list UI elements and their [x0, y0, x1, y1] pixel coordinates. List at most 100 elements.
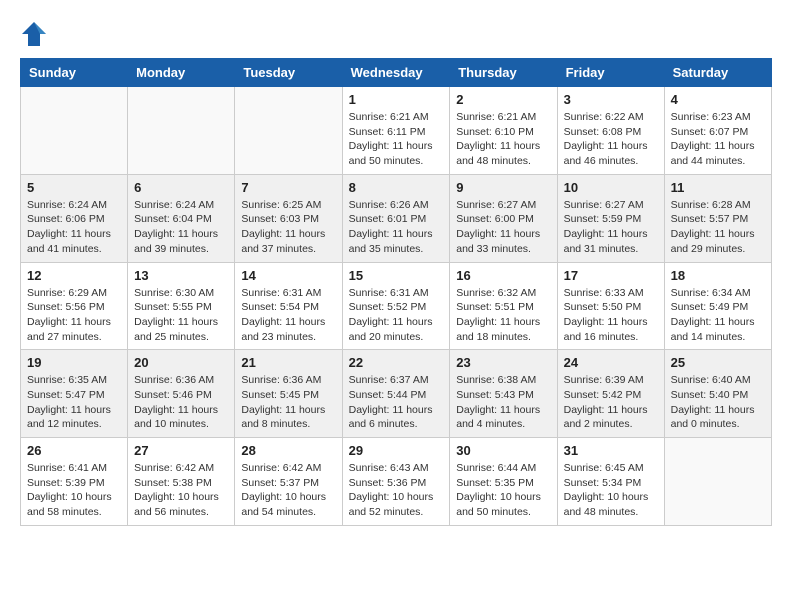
- calendar-cell: 19 Sunrise: 6:35 AM Sunset: 5:47 PM Dayli…: [21, 350, 128, 438]
- day-number: 19: [27, 355, 121, 370]
- calendar-header-wednesday: Wednesday: [342, 59, 450, 87]
- day-info: Sunrise: 6:24 AM Sunset: 6:06 PM Dayligh…: [27, 198, 121, 257]
- day-info: Sunrise: 6:38 AM Sunset: 5:43 PM Dayligh…: [456, 373, 550, 432]
- calendar-header-sunday: Sunday: [21, 59, 128, 87]
- day-info: Sunrise: 6:32 AM Sunset: 5:51 PM Dayligh…: [456, 286, 550, 345]
- day-info: Sunrise: 6:41 AM Sunset: 5:39 PM Dayligh…: [27, 461, 121, 520]
- day-number: 10: [564, 180, 658, 195]
- day-number: 1: [349, 92, 444, 107]
- day-info: Sunrise: 6:36 AM Sunset: 5:45 PM Dayligh…: [241, 373, 335, 432]
- calendar-cell: 16 Sunrise: 6:32 AM Sunset: 5:51 PM Dayli…: [450, 262, 557, 350]
- day-number: 17: [564, 268, 658, 283]
- day-info: Sunrise: 6:35 AM Sunset: 5:47 PM Dayligh…: [27, 373, 121, 432]
- calendar-cell: [21, 87, 128, 175]
- calendar-cell: 24 Sunrise: 6:39 AM Sunset: 5:42 PM Dayli…: [557, 350, 664, 438]
- day-number: 20: [134, 355, 228, 370]
- day-info: Sunrise: 6:30 AM Sunset: 5:55 PM Dayligh…: [134, 286, 228, 345]
- calendar-cell: 3Sunrise: 6:22 AM Sunset: 6:08 PM Daylig…: [557, 87, 664, 175]
- calendar-cell: [664, 438, 771, 526]
- calendar-cell: 31 Sunrise: 6:45 AM Sunset: 5:34 PM Dayli…: [557, 438, 664, 526]
- day-number: 25: [671, 355, 765, 370]
- day-info: Sunrise: 6:45 AM Sunset: 5:34 PM Dayligh…: [564, 461, 658, 520]
- calendar-table: SundayMondayTuesdayWednesdayThursdayFrid…: [20, 58, 772, 526]
- calendar-cell: 8 Sunrise: 6:26 AM Sunset: 6:01 PM Daylig…: [342, 174, 450, 262]
- calendar-cell: 4Sunrise: 6:23 AM Sunset: 6:07 PM Daylig…: [664, 87, 771, 175]
- calendar-cell: 13 Sunrise: 6:30 AM Sunset: 5:55 PM Dayli…: [128, 262, 235, 350]
- calendar-cell: 18Sunrise: 6:34 AM Sunset: 5:49 PM Dayli…: [664, 262, 771, 350]
- calendar-cell: 12Sunrise: 6:29 AM Sunset: 5:56 PM Dayli…: [21, 262, 128, 350]
- day-number: 11: [671, 180, 765, 195]
- day-number: 27: [134, 443, 228, 458]
- day-info: Sunrise: 6:22 AM Sunset: 6:08 PM Dayligh…: [564, 110, 658, 169]
- day-number: 24: [564, 355, 658, 370]
- day-info: Sunrise: 6:27 AM Sunset: 6:00 PM Dayligh…: [456, 198, 550, 257]
- calendar-week-row: 12Sunrise: 6:29 AM Sunset: 5:56 PM Dayli…: [21, 262, 772, 350]
- calendar-header-saturday: Saturday: [664, 59, 771, 87]
- day-info: Sunrise: 6:39 AM Sunset: 5:42 PM Dayligh…: [564, 373, 658, 432]
- calendar-cell: 27 Sunrise: 6:42 AM Sunset: 5:38 PM Dayli…: [128, 438, 235, 526]
- day-info: Sunrise: 6:24 AM Sunset: 6:04 PM Dayligh…: [134, 198, 228, 257]
- calendar-header-thursday: Thursday: [450, 59, 557, 87]
- page-header: [20, 20, 772, 48]
- calendar-cell: 6Sunrise: 6:24 AM Sunset: 6:04 PM Daylig…: [128, 174, 235, 262]
- calendar-header-friday: Friday: [557, 59, 664, 87]
- day-info: Sunrise: 6:40 AM Sunset: 5:40 PM Dayligh…: [671, 373, 765, 432]
- day-info: Sunrise: 6:43 AM Sunset: 5:36 PM Dayligh…: [349, 461, 444, 520]
- calendar-cell: [235, 87, 342, 175]
- calendar-week-row: 19 Sunrise: 6:35 AM Sunset: 5:47 PM Dayli…: [21, 350, 772, 438]
- day-number: 31: [564, 443, 658, 458]
- calendar-header-monday: Monday: [128, 59, 235, 87]
- day-info: Sunrise: 6:31 AM Sunset: 5:52 PM Dayligh…: [349, 286, 444, 345]
- day-info: Sunrise: 6:42 AM Sunset: 5:38 PM Dayligh…: [134, 461, 228, 520]
- calendar-cell: 7Sunrise: 6:25 AM Sunset: 6:03 PM Daylig…: [235, 174, 342, 262]
- day-number: 7: [241, 180, 335, 195]
- calendar-header-tuesday: Tuesday: [235, 59, 342, 87]
- calendar-cell: 23 Sunrise: 6:38 AM Sunset: 5:43 PM Dayli…: [450, 350, 557, 438]
- calendar-cell: 17 Sunrise: 6:33 AM Sunset: 5:50 PM Dayli…: [557, 262, 664, 350]
- day-info: Sunrise: 6:34 AM Sunset: 5:49 PM Dayligh…: [671, 286, 765, 345]
- day-number: 22: [349, 355, 444, 370]
- logo: [20, 20, 52, 48]
- day-number: 28: [241, 443, 335, 458]
- calendar-header-row: SundayMondayTuesdayWednesdayThursdayFrid…: [21, 59, 772, 87]
- calendar-cell: 22Sunrise: 6:37 AM Sunset: 5:44 PM Dayli…: [342, 350, 450, 438]
- calendar-cell: 2Sunrise: 6:21 AM Sunset: 6:10 PM Daylig…: [450, 87, 557, 175]
- day-info: Sunrise: 6:23 AM Sunset: 6:07 PM Dayligh…: [671, 110, 765, 169]
- day-number: 16: [456, 268, 550, 283]
- day-info: Sunrise: 6:27 AM Sunset: 5:59 PM Dayligh…: [564, 198, 658, 257]
- calendar-cell: 21Sunrise: 6:36 AM Sunset: 5:45 PM Dayli…: [235, 350, 342, 438]
- day-number: 9: [456, 180, 550, 195]
- calendar-cell: 25 Sunrise: 6:40 AM Sunset: 5:40 PM Dayli…: [664, 350, 771, 438]
- day-number: 26: [27, 443, 121, 458]
- day-number: 5: [27, 180, 121, 195]
- calendar-cell: 11Sunrise: 6:28 AM Sunset: 5:57 PM Dayli…: [664, 174, 771, 262]
- calendar-week-row: 26 Sunrise: 6:41 AM Sunset: 5:39 PM Dayli…: [21, 438, 772, 526]
- day-number: 14: [241, 268, 335, 283]
- calendar-cell: 5 Sunrise: 6:24 AM Sunset: 6:06 PM Daylig…: [21, 174, 128, 262]
- calendar-cell: 15Sunrise: 6:31 AM Sunset: 5:52 PM Dayli…: [342, 262, 450, 350]
- calendar-week-row: 5 Sunrise: 6:24 AM Sunset: 6:06 PM Daylig…: [21, 174, 772, 262]
- calendar-cell: 14 Sunrise: 6:31 AM Sunset: 5:54 PM Dayli…: [235, 262, 342, 350]
- day-info: Sunrise: 6:21 AM Sunset: 6:11 PM Dayligh…: [349, 110, 444, 169]
- calendar-cell: 1 Sunrise: 6:21 AM Sunset: 6:11 PM Daylig…: [342, 87, 450, 175]
- day-number: 29: [349, 443, 444, 458]
- day-number: 13: [134, 268, 228, 283]
- day-info: Sunrise: 6:44 AM Sunset: 5:35 PM Dayligh…: [456, 461, 550, 520]
- calendar-cell: 9 Sunrise: 6:27 AM Sunset: 6:00 PM Daylig…: [450, 174, 557, 262]
- calendar-cell: 10 Sunrise: 6:27 AM Sunset: 5:59 PM Dayli…: [557, 174, 664, 262]
- day-info: Sunrise: 6:31 AM Sunset: 5:54 PM Dayligh…: [241, 286, 335, 345]
- day-info: Sunrise: 6:21 AM Sunset: 6:10 PM Dayligh…: [456, 110, 550, 169]
- calendar-cell: 30Sunrise: 6:44 AM Sunset: 5:35 PM Dayli…: [450, 438, 557, 526]
- day-number: 8: [349, 180, 444, 195]
- day-info: Sunrise: 6:29 AM Sunset: 5:56 PM Dayligh…: [27, 286, 121, 345]
- day-info: Sunrise: 6:36 AM Sunset: 5:46 PM Dayligh…: [134, 373, 228, 432]
- calendar-cell: 28Sunrise: 6:42 AM Sunset: 5:37 PM Dayli…: [235, 438, 342, 526]
- day-info: Sunrise: 6:33 AM Sunset: 5:50 PM Dayligh…: [564, 286, 658, 345]
- day-info: Sunrise: 6:26 AM Sunset: 6:01 PM Dayligh…: [349, 198, 444, 257]
- calendar-cell: 26 Sunrise: 6:41 AM Sunset: 5:39 PM Dayli…: [21, 438, 128, 526]
- day-number: 23: [456, 355, 550, 370]
- calendar-cell: [128, 87, 235, 175]
- logo-icon: [20, 20, 48, 48]
- calendar-cell: 20 Sunrise: 6:36 AM Sunset: 5:46 PM Dayli…: [128, 350, 235, 438]
- calendar-week-row: 1 Sunrise: 6:21 AM Sunset: 6:11 PM Daylig…: [21, 87, 772, 175]
